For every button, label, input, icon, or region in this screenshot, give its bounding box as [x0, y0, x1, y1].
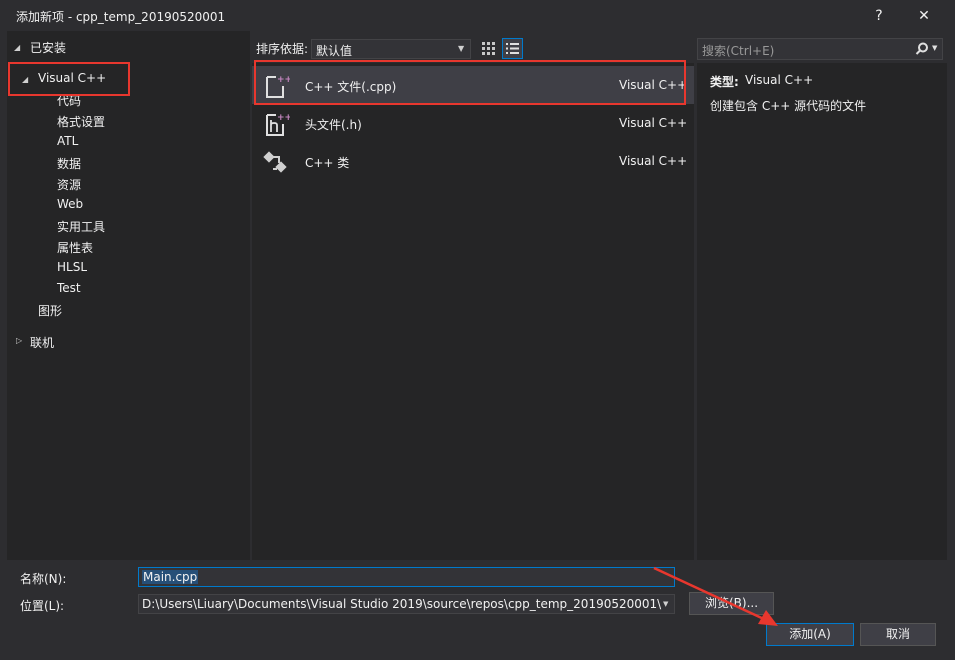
- window-title: 添加新项 - cpp_temp_20190520001: [16, 10, 226, 24]
- tree-item-test[interactable]: Test: [57, 281, 81, 295]
- location-value: D:\Users\Liuary\Documents\Visual Studio …: [142, 597, 662, 611]
- template-description: 创建包含 C++ 源代码的文件: [710, 99, 867, 113]
- template-name: 头文件(.h): [305, 118, 362, 132]
- template-list: ++ C++ 文件(.cpp) Visual C++ ++ 头文件(.h) Vi…: [252, 63, 694, 560]
- svg-text:++: ++: [277, 113, 290, 123]
- location-input[interactable]: D:\Users\Liuary\Documents\Visual Studio …: [138, 594, 675, 614]
- tree-item-web[interactable]: Web: [57, 197, 83, 211]
- cpp-class-icon: [263, 151, 287, 173]
- list-view-icon[interactable]: [502, 38, 523, 59]
- template-item-header-file[interactable]: ++ 头文件(.h) Visual C++: [252, 104, 694, 142]
- tree-item-atl[interactable]: ATL: [57, 134, 78, 148]
- template-item-cpp-class[interactable]: C++ 类 Visual C++: [252, 142, 694, 180]
- search-icon[interactable]: [915, 42, 929, 56]
- tree-item-data[interactable]: 数据: [57, 155, 81, 172]
- tree-item-utility[interactable]: 实用工具: [57, 218, 105, 235]
- type-value: Visual C++: [745, 73, 814, 87]
- sort-dropdown[interactable]: 默认值 ▼: [311, 39, 471, 59]
- cancel-button[interactable]: 取消: [860, 623, 936, 646]
- details-pane: 类型: Visual C++ 创建包含 C++ 源代码的文件: [697, 63, 947, 560]
- chevron-down-icon[interactable]: ▼: [932, 44, 937, 52]
- close-button[interactable]: ✕: [911, 5, 937, 27]
- tree-item-formatting[interactable]: 格式设置: [57, 113, 105, 130]
- name-label: 名称(N):: [20, 572, 67, 586]
- collapse-triangle-icon[interactable]: ◢: [14, 43, 20, 52]
- tree-item-online[interactable]: 联机: [30, 334, 54, 351]
- tree-item-installed[interactable]: 已安装: [30, 39, 66, 56]
- search-input[interactable]: 搜索(Ctrl+E) ▼: [697, 38, 943, 60]
- search-placeholder: 搜索(Ctrl+E): [702, 44, 775, 58]
- category-tree: ◢ 已安装 ◢ Visual C++ 代码 格式设置 ATL 数据 资源 Web…: [7, 31, 250, 560]
- template-name: C++ 类: [305, 156, 350, 170]
- annotation-arrow: [653, 566, 778, 626]
- tree-item-hlsl[interactable]: HLSL: [57, 260, 87, 274]
- template-language: Visual C++: [619, 116, 688, 130]
- annotation-highlight-box: [8, 62, 130, 96]
- expand-triangle-icon[interactable]: ▷: [16, 336, 22, 345]
- location-label: 位置(L):: [20, 599, 65, 613]
- chevron-down-icon: ▼: [458, 44, 465, 53]
- tree-item-property-sheets[interactable]: 属性表: [57, 239, 93, 256]
- help-button[interactable]: ?: [866, 5, 892, 27]
- grid-view-icon[interactable]: [478, 38, 498, 58]
- name-input[interactable]: Main.cpp: [138, 567, 675, 587]
- tree-item-graphics[interactable]: 图形: [38, 302, 62, 319]
- tree-item-resources[interactable]: 资源: [57, 176, 81, 193]
- annotation-highlight-box: [254, 60, 686, 105]
- sort-value: 默认值: [316, 44, 353, 58]
- template-language: Visual C++: [619, 154, 688, 168]
- type-label: 类型:: [710, 75, 739, 89]
- header-file-icon: ++: [266, 113, 290, 136]
- name-value: Main.cpp: [142, 570, 199, 584]
- sort-label: 排序依据:: [256, 42, 309, 56]
